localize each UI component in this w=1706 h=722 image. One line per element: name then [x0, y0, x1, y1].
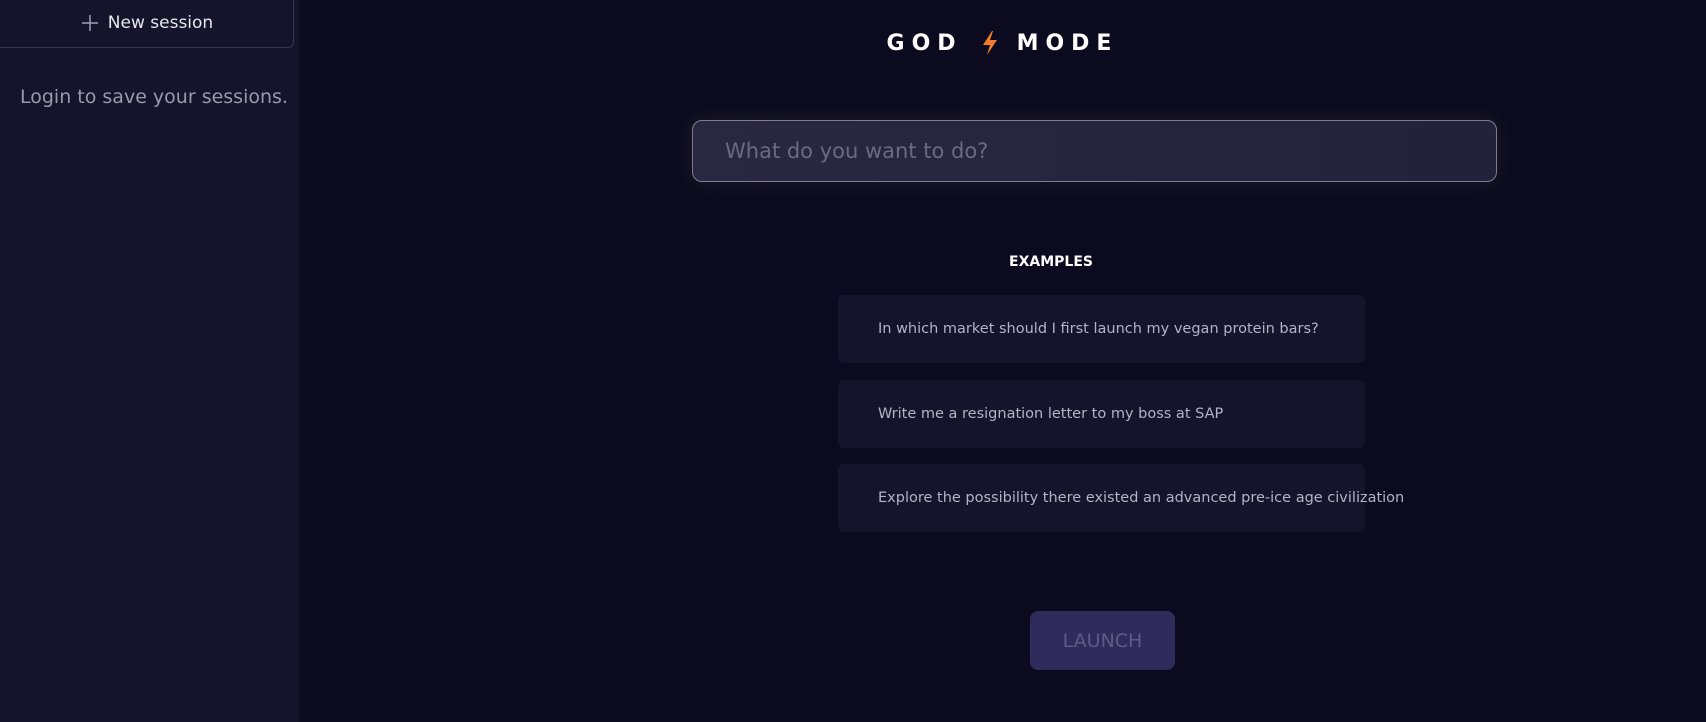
new-session-button[interactable]: New session: [0, 0, 294, 48]
brand-title: GOD MODE: [299, 30, 1706, 56]
example-item[interactable]: In which market should I first launch my…: [838, 295, 1365, 363]
example-label: Explore the possibility there existed an…: [878, 490, 1405, 506]
prompt-box: [692, 120, 1497, 182]
plus-icon: [80, 13, 100, 33]
brand-word-right: MODE: [1016, 30, 1119, 56]
lightning-bolt-icon: [981, 30, 999, 56]
main-panel: GOD MODE EXAMPLES In which market should…: [299, 0, 1706, 722]
examples-heading: EXAMPLES: [1009, 254, 1093, 270]
launch-button[interactable]: LAUNCH: [1030, 611, 1175, 670]
example-item[interactable]: Explore the possibility there existed an…: [838, 464, 1404, 532]
new-session-label: New session: [107, 13, 214, 33]
example-item[interactable]: Write me a resignation letter to my boss…: [838, 380, 1365, 448]
example-label: In which market should I first launch my…: [878, 321, 1319, 337]
sidebar: New session Login to save your sessions.: [0, 0, 299, 722]
prompt-input[interactable]: [723, 138, 1466, 164]
login-note: Login to save your sessions.: [20, 86, 288, 108]
brand-word-left: GOD: [886, 30, 963, 56]
example-label: Write me a resignation letter to my boss…: [878, 406, 1224, 422]
